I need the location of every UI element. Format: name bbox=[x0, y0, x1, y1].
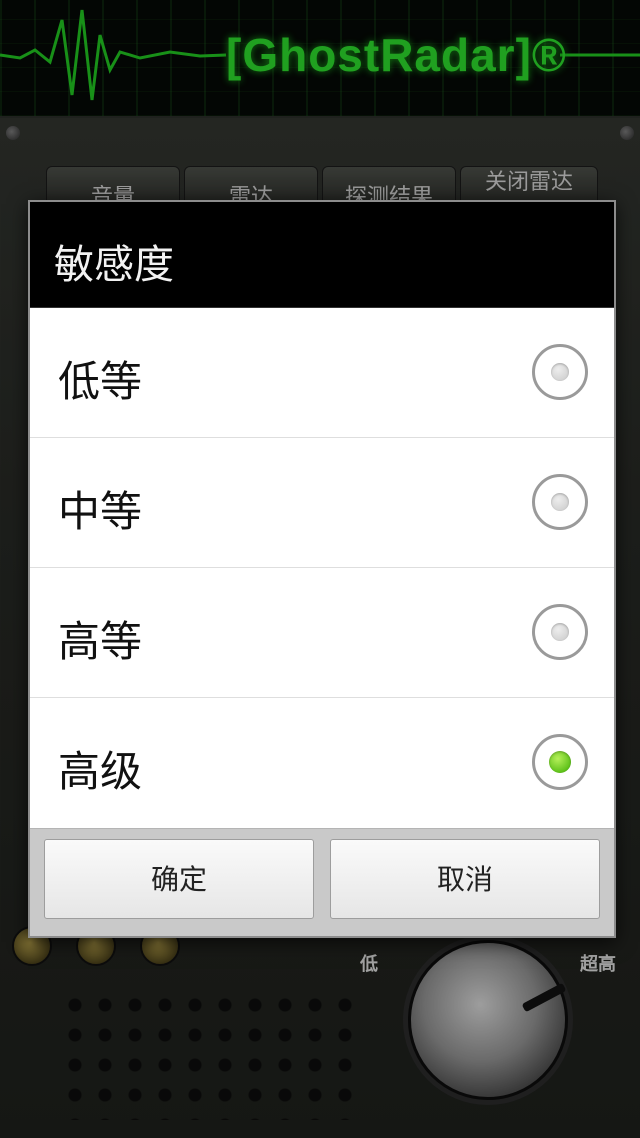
option-label: 高级 bbox=[58, 747, 143, 796]
option-low[interactable]: 低等 bbox=[30, 308, 614, 438]
radio-button[interactable] bbox=[532, 344, 588, 400]
dialog-header: 敏感度 bbox=[30, 202, 614, 308]
dialog-button-bar: 确定 取消 bbox=[30, 828, 614, 936]
radio-button[interactable] bbox=[532, 604, 588, 660]
cancel-button[interactable]: 取消 bbox=[330, 839, 600, 919]
radio-dot-icon bbox=[551, 493, 569, 511]
option-label: 高等 bbox=[58, 617, 143, 666]
radio-button[interactable] bbox=[532, 734, 588, 790]
dialog-title: 敏感度 bbox=[54, 242, 174, 288]
option-advanced[interactable]: 高级 bbox=[30, 698, 614, 828]
option-high[interactable]: 高等 bbox=[30, 568, 614, 698]
option-label: 低等 bbox=[58, 357, 143, 406]
option-label: 中等 bbox=[58, 487, 143, 536]
option-list: 低等 中等 高等 高级 bbox=[30, 308, 614, 828]
confirm-button[interactable]: 确定 bbox=[44, 839, 314, 919]
radio-dot-icon bbox=[551, 623, 569, 641]
radio-dot-icon bbox=[551, 363, 569, 381]
radio-button[interactable] bbox=[532, 474, 588, 530]
radio-dot-icon bbox=[549, 751, 571, 773]
option-medium[interactable]: 中等 bbox=[30, 438, 614, 568]
sensitivity-dialog: 敏感度 低等 中等 高等 高级 确定 取消 bbox=[28, 200, 616, 938]
